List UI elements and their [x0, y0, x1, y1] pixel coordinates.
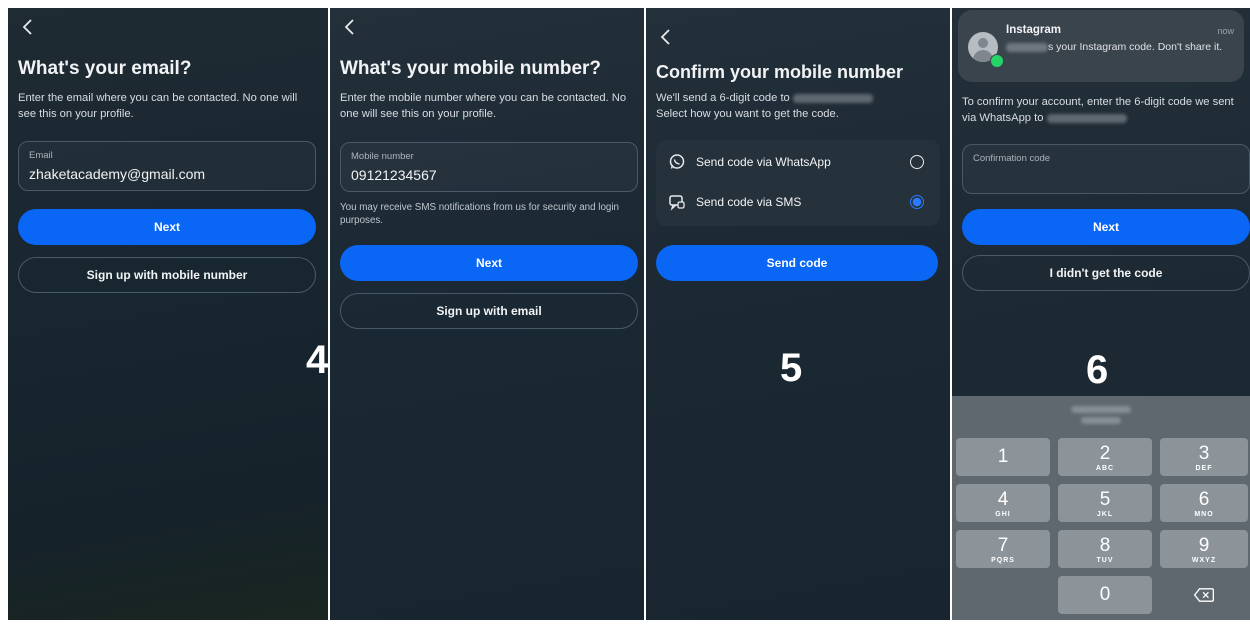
option-label: Send code via WhatsApp [696, 155, 831, 169]
description-prefix: We'll send a 6-digit code to [656, 92, 790, 104]
step-number: 4 [306, 338, 328, 382]
notification-time: now [1217, 26, 1234, 36]
radio-sms[interactable] [910, 195, 924, 209]
signup-mobile-button[interactable]: Sign up with mobile number [18, 257, 316, 293]
option-whatsapp[interactable]: Send code via WhatsApp [668, 147, 928, 177]
email-field-value: zhaketacademy@gmail.com [29, 166, 206, 182]
backspace-icon [1193, 588, 1214, 602]
page-title: Confirm your mobile number [656, 62, 904, 82]
delete-key[interactable] [1160, 576, 1248, 614]
page-description: To confirm your account, enter the 6-dig… [962, 94, 1250, 126]
step-number: 6 [1086, 348, 1109, 392]
page-title: What's your email? [18, 58, 192, 79]
delivery-options: Send code via WhatsApp Send code via SMS [656, 140, 940, 226]
no-code-button[interactable]: I didn't get the code [962, 255, 1250, 291]
notification-banner[interactable]: Instagram now s your Instagram code. Don… [958, 10, 1244, 82]
next-button[interactable]: Next [962, 209, 1250, 245]
email-field[interactable]: Email zhaketacademy@gmail.com [18, 141, 316, 191]
page-description: Enter the email where you can be contact… [18, 92, 298, 120]
back-icon[interactable] [20, 18, 40, 40]
email-field-label: Email [29, 150, 53, 161]
key-0[interactable]: 0 [1058, 576, 1152, 614]
mobile-screen: What's your mobile number? Enter the mob… [330, 8, 644, 620]
key-6[interactable]: 6 MNO [1160, 484, 1248, 522]
notification-app: Instagram [1006, 24, 1061, 36]
key-1[interactable]: 1 [956, 438, 1050, 476]
redacted-phone [1046, 113, 1127, 123]
signup-email-button[interactable]: Sign up with email [340, 293, 638, 329]
key-4[interactable]: 4 GHI [956, 484, 1050, 522]
confirmation-code-input[interactable]: Confirmation code [962, 144, 1250, 194]
confirmation-code-screen: Instagram now s your Instagram code. Don… [952, 8, 1250, 620]
notification-message-text: s your Instagram code. Don't share it. [1048, 41, 1223, 53]
mobile-number-field[interactable]: Mobile number 09121234567 [340, 142, 638, 192]
option-label: Send code via SMS [696, 195, 802, 209]
key-3[interactable]: 3 DEF [1160, 438, 1248, 476]
step-number: 5 [780, 346, 803, 390]
next-button[interactable]: Next [18, 209, 316, 245]
description-suffix: Select how you want to get the code. [656, 108, 839, 120]
option-sms[interactable]: Send code via SMS [668, 187, 928, 217]
key-7[interactable]: 7 PQRS [956, 530, 1050, 568]
key-5[interactable]: 5 JKL [1058, 484, 1152, 522]
whatsapp-icon [669, 154, 685, 169]
key-2[interactable]: 2 ABC [1058, 438, 1152, 476]
sms-icon [669, 195, 685, 211]
back-icon[interactable] [658, 28, 678, 50]
radio-whatsapp[interactable] [910, 155, 924, 169]
page-description: Enter the mobile number where you can be… [340, 92, 627, 120]
key-9[interactable]: 9 WXYZ [1160, 530, 1248, 568]
back-icon[interactable] [342, 18, 362, 40]
email-screen: What's your email? Enter the email where… [8, 8, 328, 620]
confirmation-field-label: Confirmation code [973, 153, 1051, 164]
mobile-field-value: 09121234567 [351, 167, 437, 183]
page-title: What's your mobile number? [340, 58, 602, 79]
page-description: We'll send a 6-digit code to Select how … [656, 90, 946, 122]
sms-notice: You may receive SMS notifications from u… [340, 202, 619, 226]
key-8[interactable]: 8 TUV [1058, 530, 1152, 568]
whatsapp-badge-icon [990, 54, 1004, 68]
redacted-code [1006, 42, 1048, 52]
redacted-phone [792, 93, 873, 103]
send-code-button[interactable]: Send code [656, 245, 938, 281]
next-button[interactable]: Next [340, 245, 638, 281]
keypad-suggestion[interactable] [952, 396, 1250, 436]
notification-message: s your Instagram code. Don't share it. [1006, 40, 1234, 54]
confirm-mobile-screen: Confirm your mobile number We'll send a … [646, 8, 950, 620]
numeric-keypad: 1 2 ABC 3 DEF 4 GHI 5 JKL 6 MNO 7 PQRS 8 TUV 9W… [952, 396, 1250, 620]
mobile-field-label: Mobile number [351, 151, 414, 162]
